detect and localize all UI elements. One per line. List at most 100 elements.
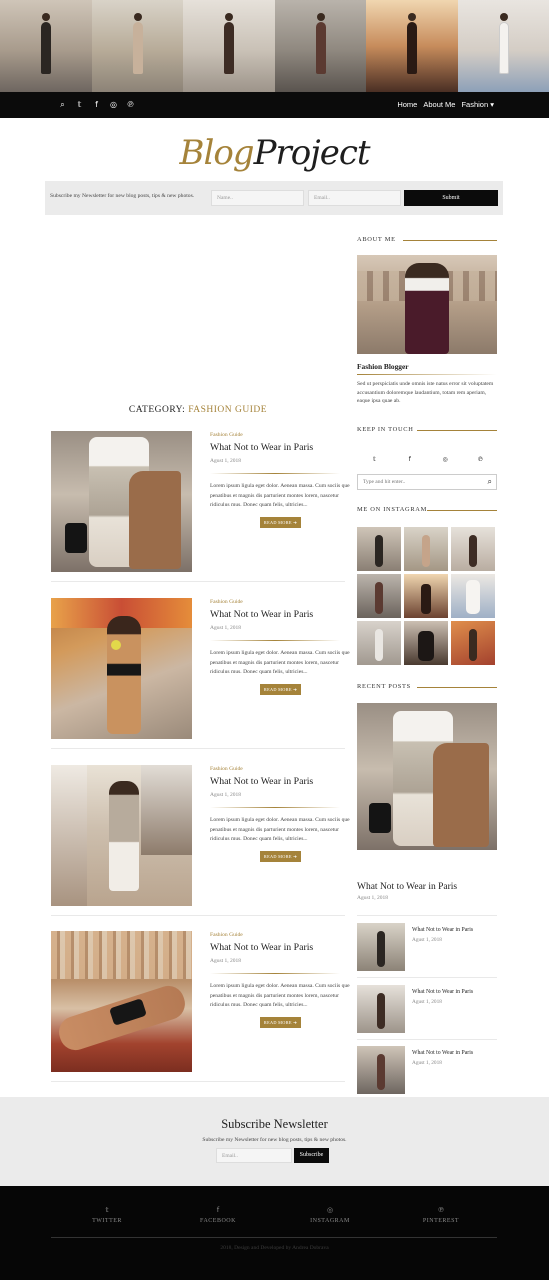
footer-link-label: FACEBOOK bbox=[200, 1218, 236, 1224]
recent-post-title[interactable]: What Not to Wear in Paris bbox=[412, 989, 473, 995]
post-divider bbox=[210, 973, 340, 974]
recent-post-separator bbox=[357, 977, 497, 978]
post-card: Fashion Guide What Not to Wear in Paris … bbox=[51, 931, 350, 1083]
recent-post-title[interactable]: What Not to Wear in Paris bbox=[412, 1050, 473, 1056]
instagram-photo[interactable] bbox=[451, 527, 495, 571]
sidebar-search-input[interactable]: Type and hit enter.. ⌕ bbox=[357, 474, 497, 490]
sidebar-heading-touch: KEEP IN TOUCH bbox=[357, 425, 497, 435]
post-divider bbox=[210, 640, 340, 641]
nav-home-link[interactable]: Home bbox=[397, 99, 417, 110]
read-more-button[interactable]: READ MORE ➜ bbox=[260, 684, 301, 695]
newsletter-email-input[interactable]: Email.. bbox=[308, 190, 401, 206]
post-category[interactable]: Fashion Guide bbox=[210, 931, 350, 940]
footer-link-label: PINTEREST bbox=[422, 1218, 460, 1224]
instagram-icon: ◎ bbox=[326, 1206, 334, 1214]
header-photo-6[interactable] bbox=[457, 0, 549, 92]
post-title[interactable]: What Not to Wear in Paris bbox=[210, 441, 350, 455]
heading-rule bbox=[417, 687, 497, 688]
newsletter-submit-button[interactable]: Submit bbox=[404, 190, 498, 206]
post-excerpt: Lorem ipsum ligula eget dolor. Aenean ma… bbox=[210, 817, 350, 842]
heading-rule bbox=[417, 430, 497, 431]
instagram-photo[interactable] bbox=[404, 527, 448, 571]
nav-links: Home About Me Fashion ▾ bbox=[397, 99, 494, 110]
post-category[interactable]: Fashion Guide bbox=[210, 431, 350, 440]
read-more-button[interactable]: READ MORE ➜ bbox=[260, 517, 301, 528]
post-thumbnail[interactable] bbox=[51, 765, 192, 906]
footer-link-instagram[interactable]: ◎ INSTAGRAM bbox=[290, 1206, 370, 1226]
header-photo-5[interactable] bbox=[366, 0, 458, 92]
footer-link-pinterest[interactable]: ℗ PINTEREST bbox=[401, 1206, 481, 1226]
instagram-photo[interactable] bbox=[357, 621, 401, 665]
post-category[interactable]: Fashion Guide bbox=[210, 598, 350, 607]
recent-post-title[interactable]: What Not to Wear in Paris bbox=[412, 927, 473, 933]
recent-post-thumbnail[interactable] bbox=[357, 1046, 405, 1094]
subscribe-email-input[interactable]: Email.. bbox=[216, 1148, 292, 1163]
instagram-photo[interactable] bbox=[404, 574, 448, 618]
recent-post-date: Agust 1, 2018 bbox=[412, 999, 442, 1005]
post-title[interactable]: What Not to Wear in Paris bbox=[210, 775, 350, 789]
recent-post-item: What Not to Wear in Paris Agust 1, 2018 bbox=[357, 923, 497, 971]
subscribe-button[interactable]: Subscribe bbox=[294, 1148, 329, 1163]
post-separator bbox=[51, 581, 345, 582]
instagram-icon[interactable]: ◎ bbox=[109, 99, 118, 110]
recent-post-date: Agust 1, 2018 bbox=[412, 1060, 442, 1066]
newsletter-name-input[interactable]: Name.. bbox=[211, 190, 304, 206]
post-category[interactable]: Fashion Guide bbox=[210, 765, 350, 774]
site-logo[interactable]: BlogProject bbox=[0, 128, 549, 178]
post-date: Agust 1, 2018 bbox=[210, 458, 242, 464]
header-photo-2[interactable] bbox=[91, 0, 183, 92]
recent-post-featured-image[interactable] bbox=[357, 703, 497, 850]
facebook-icon[interactable]: f bbox=[92, 99, 101, 110]
sidebar-heading-label: ME ON INSTAGRAM bbox=[357, 506, 427, 513]
subscribe-section: Subscribe Newsletter Subscribe my Newsle… bbox=[0, 1097, 549, 1186]
read-more-button[interactable]: READ MORE ➜ bbox=[260, 851, 301, 862]
sidebar-heading-label: RECENT POSTS bbox=[357, 683, 411, 690]
pinterest-icon[interactable]: ℗ bbox=[126, 99, 135, 110]
header-photo-4[interactable] bbox=[274, 0, 366, 92]
instagram-photo[interactable] bbox=[451, 574, 495, 618]
header-photo-3[interactable] bbox=[183, 0, 275, 92]
post-title[interactable]: What Not to Wear in Paris bbox=[210, 941, 350, 955]
about-divider bbox=[357, 374, 497, 375]
footer-link-facebook[interactable]: f FACEBOOK bbox=[178, 1206, 258, 1226]
search-icon[interactable]: ⌕ bbox=[58, 99, 67, 110]
post-thumbnail[interactable] bbox=[51, 931, 192, 1072]
nav-about-link[interactable]: About Me bbox=[423, 99, 455, 110]
search-icon[interactable]: ⌕ bbox=[488, 477, 492, 487]
instagram-icon[interactable]: ◎ bbox=[441, 456, 450, 463]
twitter-icon[interactable]: 𝕥 bbox=[370, 456, 379, 463]
footer-divider bbox=[51, 1237, 497, 1238]
sidebar-heading-recent: RECENT POSTS bbox=[357, 682, 497, 692]
instagram-photo[interactable] bbox=[451, 621, 495, 665]
post-card: Fashion Guide What Not to Wear in Paris … bbox=[51, 765, 350, 917]
recent-post-featured-title[interactable]: What Not to Wear in Paris bbox=[357, 882, 457, 892]
post-card: Fashion Guide What Not to Wear in Paris … bbox=[51, 431, 350, 583]
instagram-photo[interactable] bbox=[357, 527, 401, 571]
footer-link-twitter[interactable]: 𝕥 TWITTER bbox=[67, 1206, 147, 1226]
category-title: CATEGORY: FASHION GUIDE bbox=[51, 405, 345, 415]
about-text: Sed ut perspiciatis unde omnis iste natu… bbox=[357, 381, 494, 404]
nav-fashion-dropdown[interactable]: Fashion ▾ bbox=[461, 99, 494, 110]
post-separator bbox=[51, 915, 345, 916]
post-thumbnail[interactable] bbox=[51, 431, 192, 572]
post-excerpt: Lorem ipsum ligula eget dolor. Aenean ma… bbox=[210, 650, 350, 675]
post-title[interactable]: What Not to Wear in Paris bbox=[210, 608, 350, 622]
post-divider bbox=[210, 807, 340, 808]
instagram-photo[interactable] bbox=[404, 621, 448, 665]
instagram-grid bbox=[357, 527, 497, 665]
header-photo-1[interactable] bbox=[0, 0, 92, 92]
twitter-icon[interactable]: 𝕥 bbox=[75, 99, 84, 110]
pinterest-icon[interactable]: ℗ bbox=[476, 456, 485, 463]
post-thumbnail[interactable] bbox=[51, 598, 192, 739]
post-meta: Fashion Guide What Not to Wear in Paris … bbox=[210, 765, 350, 845]
logo-part-2: Project bbox=[253, 133, 371, 173]
category-value: FASHION GUIDE bbox=[188, 405, 268, 415]
category-label: CATEGORY: bbox=[128, 405, 189, 415]
facebook-icon[interactable]: f bbox=[405, 456, 414, 463]
instagram-photo[interactable] bbox=[357, 574, 401, 618]
sidebar-heading-label: KEEP IN TOUCH bbox=[357, 426, 414, 433]
read-more-button[interactable]: READ MORE ➜ bbox=[260, 1017, 301, 1028]
post-date: Agust 1, 2018 bbox=[210, 958, 242, 964]
recent-post-thumbnail[interactable] bbox=[357, 923, 405, 971]
recent-post-thumbnail[interactable] bbox=[357, 985, 405, 1033]
